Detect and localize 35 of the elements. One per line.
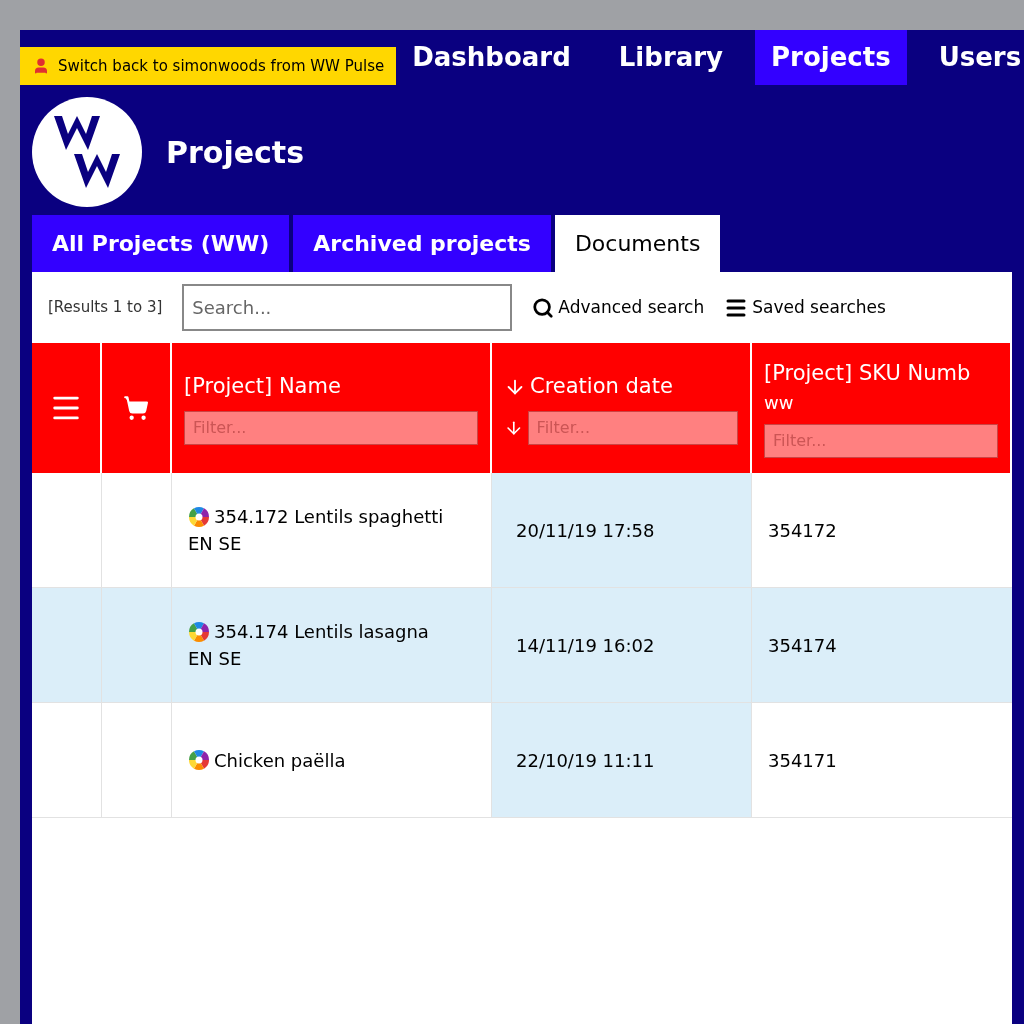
- project-name[interactable]: 354.174 Lentils lasagna: [214, 618, 429, 645]
- sku-cell-text: 354174: [768, 633, 837, 658]
- banner-text: Switch back to simonwoods from WW Pulse: [58, 55, 385, 77]
- saved-searches-button[interactable]: Saved searches: [724, 294, 886, 321]
- nav-tab[interactable]: Library: [602, 30, 740, 85]
- date-cell-text: 20/11/19 17:58: [516, 518, 655, 543]
- column-subtitle: ww: [764, 391, 795, 416]
- aperture-icon: [188, 505, 210, 528]
- tab[interactable]: Archived projects: [293, 215, 551, 272]
- cart-icon[interactable]: [123, 395, 149, 421]
- nav-tab[interactable]: Projects: [755, 30, 907, 85]
- project-name[interactable]: Chicken paëlla: [214, 746, 346, 774]
- language-codes: EN SE: [188, 532, 243, 556]
- column-title[interactable]: [Project] SKU Numb: [764, 357, 971, 390]
- date-cell-text: 22/10/19 11:11: [516, 748, 655, 773]
- impersonation-banner[interactable]: Switch back to simonwoods from WW Pulse: [20, 46, 397, 85]
- advanced-search-button[interactable]: Advanced search: [532, 294, 705, 321]
- language-codes: EN SE: [188, 647, 243, 671]
- aperture-icon: [188, 620, 210, 643]
- nav-tab[interactable]: Users: [922, 30, 1024, 85]
- results-count: [Results 1 to 3]: [48, 297, 163, 319]
- sku-cell-text: 354172: [768, 518, 837, 543]
- search-field[interactable]: Search...: [182, 284, 513, 331]
- column-title[interactable]: [Project] Name: [184, 371, 341, 403]
- section-title: Projects: [166, 133, 304, 172]
- person-icon: [32, 56, 50, 75]
- aperture-icon: [188, 749, 210, 771]
- date-cell-text: 14/11/19 16:02: [516, 633, 655, 658]
- project-name[interactable]: 354.172 Lentils spaghetti: [214, 503, 444, 530]
- tab[interactable]: Documents: [554, 215, 721, 272]
- tab[interactable]: All Projects (WW): [32, 215, 290, 272]
- search-icon: [532, 296, 555, 319]
- column-title[interactable]: Creation date: [530, 371, 673, 403]
- nav-tab[interactable]: Dashboard: [396, 30, 587, 85]
- sku-cell-text: 354171: [768, 748, 837, 773]
